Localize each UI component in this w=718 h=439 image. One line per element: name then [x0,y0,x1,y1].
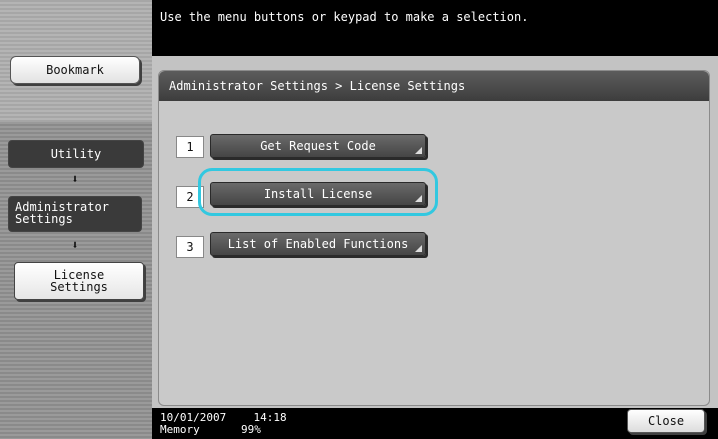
memory-label: Memory [160,423,200,436]
down-arrow-icon: ⬇ [71,172,79,186]
get-request-code-button[interactable]: Get Request Code [210,134,426,158]
breadcrumb: Administrator Settings > License Setting… [159,71,709,101]
bookmark-button[interactable]: Bookmark [10,56,140,84]
sidebar-item-label: Administrator Settings [15,200,109,226]
status-area: 10/01/2007 14:18 Memory 99% [160,412,287,436]
menu-number-1: 1 [176,136,204,158]
down-arrow-icon: ⬇ [71,238,79,252]
left-sidebar: Bookmark Utility ⬇ Administrator Setting… [0,0,152,439]
selection-highlight [198,168,438,216]
memory-value: 99% [241,423,261,436]
copier-control-panel-screen: Bookmark Utility ⬇ Administrator Setting… [0,0,718,439]
list-of-enabled-functions-button[interactable]: List of Enabled Functions [210,232,426,256]
sidebar-item-license-settings[interactable]: License Settings [14,262,144,300]
menu-number-3: 3 [176,236,204,258]
instruction-message: Use the menu buttons or keypad to make a… [160,10,529,24]
close-button[interactable]: Close [627,409,705,433]
sidebar-item-utility[interactable]: Utility [8,140,144,168]
sidebar-item-administrator-settings[interactable]: Administrator Settings [8,196,142,232]
sidebar-item-label: License Settings [50,268,108,294]
